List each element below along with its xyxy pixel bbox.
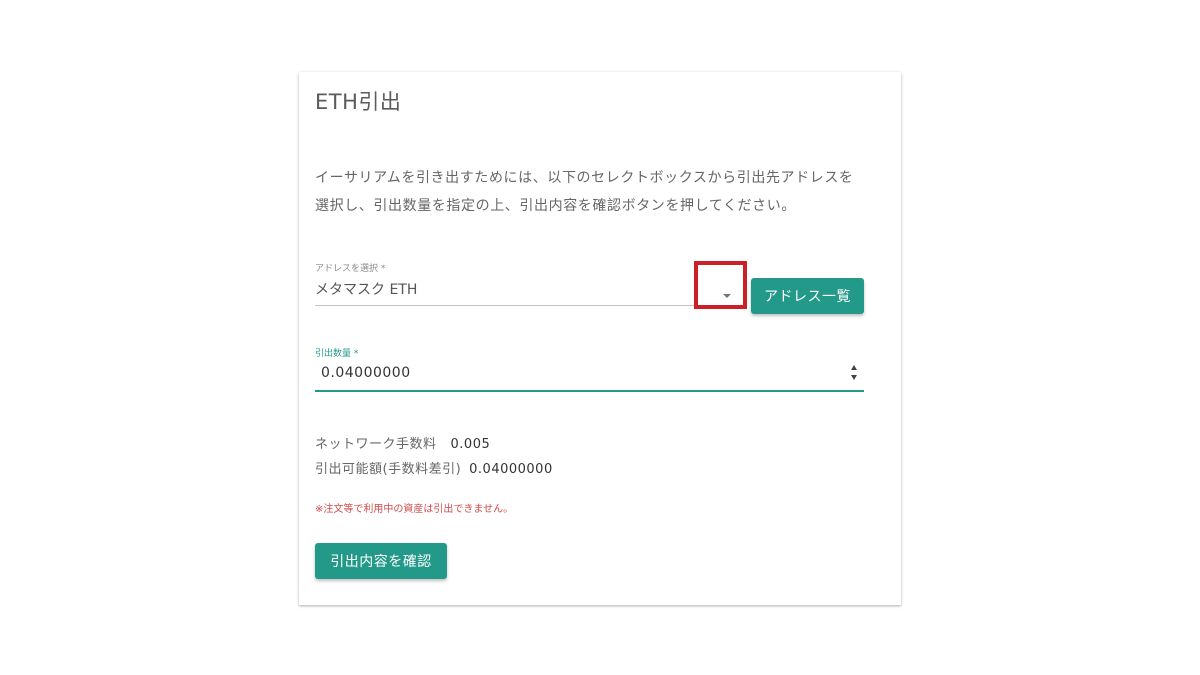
network-fee-label: ネットワーク手数料 (315, 437, 437, 452)
page-title: ETH引出 (315, 90, 402, 114)
description: イーサリアムを引き出すためには、以下のセレクトボックスから引出先アドレスを 選択… (315, 164, 875, 220)
description-line-2: 選択し、引出数量を指定の上、引出内容を確認ボタンを押してください。 (315, 198, 796, 214)
amount-underline (315, 390, 864, 392)
address-select[interactable]: メタマスク ETH (315, 279, 417, 299)
confirm-button[interactable]: 引出内容を確認 (315, 543, 447, 579)
amount-input[interactable] (315, 360, 851, 386)
withdraw-card: ETH引出 イーサリアムを引き出すためには、以下のセレクトボックスから引出先アド… (299, 72, 901, 605)
address-select-underline (315, 305, 747, 306)
network-fee-value: 0.005 (450, 437, 491, 452)
dropdown-highlight-box (694, 261, 747, 309)
network-fee-row: ネットワーク手数料 0.005 (315, 433, 490, 452)
amount-stepper[interactable] (851, 364, 859, 382)
warning-text: ※注文等で利用中の資産は引出できません。 (315, 504, 514, 515)
address-list-button[interactable]: アドレス一覧 (751, 278, 864, 314)
stepper-down-icon[interactable] (851, 375, 857, 380)
withdrawable-row: 引出可能額(手数料差引) 0.04000000 (315, 458, 553, 477)
stepper-up-icon[interactable] (851, 365, 857, 370)
description-line-1: イーサリアムを引き出すためには、以下のセレクトボックスから引出先アドレスを (315, 170, 854, 186)
address-select-label: アドレスを選択 * (315, 264, 386, 274)
withdrawable-label: 引出可能額(手数料差引) (315, 462, 462, 477)
amount-label: 引出数量 * (315, 349, 359, 359)
withdrawable-value: 0.04000000 (469, 462, 553, 477)
